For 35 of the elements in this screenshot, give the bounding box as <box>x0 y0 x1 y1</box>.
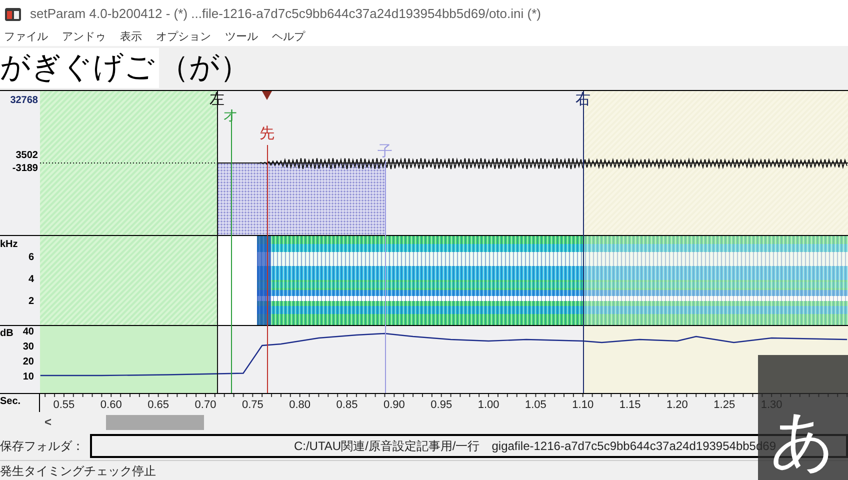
marker-label: 先 <box>260 125 275 143</box>
frequency-unit: kHz <box>0 238 18 252</box>
time-tick-label: 0.85 <box>336 398 358 413</box>
time-unit: Sec. <box>0 395 21 409</box>
time-tick-label: 0.95 <box>430 398 452 413</box>
time-tick-label: 0.70 <box>194 398 216 413</box>
window-title: setParam 4.0-b200412 - (*) ...file-1216-a7d7c5c9bb644c37a24d193954bb5d69/oto.ini (*) <box>30 5 541 24</box>
power-tick-label: 30 <box>22 340 34 354</box>
current-alias-heading: （が） <box>159 50 250 86</box>
time-tick-label: 0.75 <box>242 398 264 413</box>
time-tick-label: 0.80 <box>289 398 311 413</box>
frequency-tick-label: 2 <box>28 295 34 309</box>
save-folder-label: 保存フォルダ： <box>0 438 85 455</box>
time-tick-label: 1.25 <box>714 398 736 413</box>
power-tick-label: 10 <box>22 370 34 384</box>
alias-heading: がぎぐげご <box>0 48 159 88</box>
time-tick-label: 1.20 <box>666 398 688 413</box>
frequency-tick-label: 4 <box>28 273 34 287</box>
time-tick-label: 0.60 <box>100 398 122 413</box>
time-tick-label: 1.15 <box>619 398 641 413</box>
time-tick-label: 0.65 <box>148 398 170 413</box>
amplitude-tick-label: 3502 <box>16 149 38 163</box>
time-tick-label: 1.05 <box>525 398 546 413</box>
power-unit: dB <box>0 327 14 341</box>
time-tick-label: 1.00 <box>478 398 500 413</box>
amplitude-tick-label: 32768 <box>10 94 38 108</box>
status-text: 発生タイミングチェック停止 <box>0 462 156 480</box>
time-tick-label: 0.90 <box>383 398 405 413</box>
power-tick-label: 20 <box>22 356 34 370</box>
marker-label: 子 <box>378 143 393 161</box>
frequency-tick-label: 6 <box>28 251 34 265</box>
time-tick-label: 0.55 <box>53 398 75 413</box>
time-tick-label: 1.10 <box>572 398 594 413</box>
power-tick-label: 40 <box>22 326 34 340</box>
amplitude-tick-label: -3189 <box>12 162 38 176</box>
